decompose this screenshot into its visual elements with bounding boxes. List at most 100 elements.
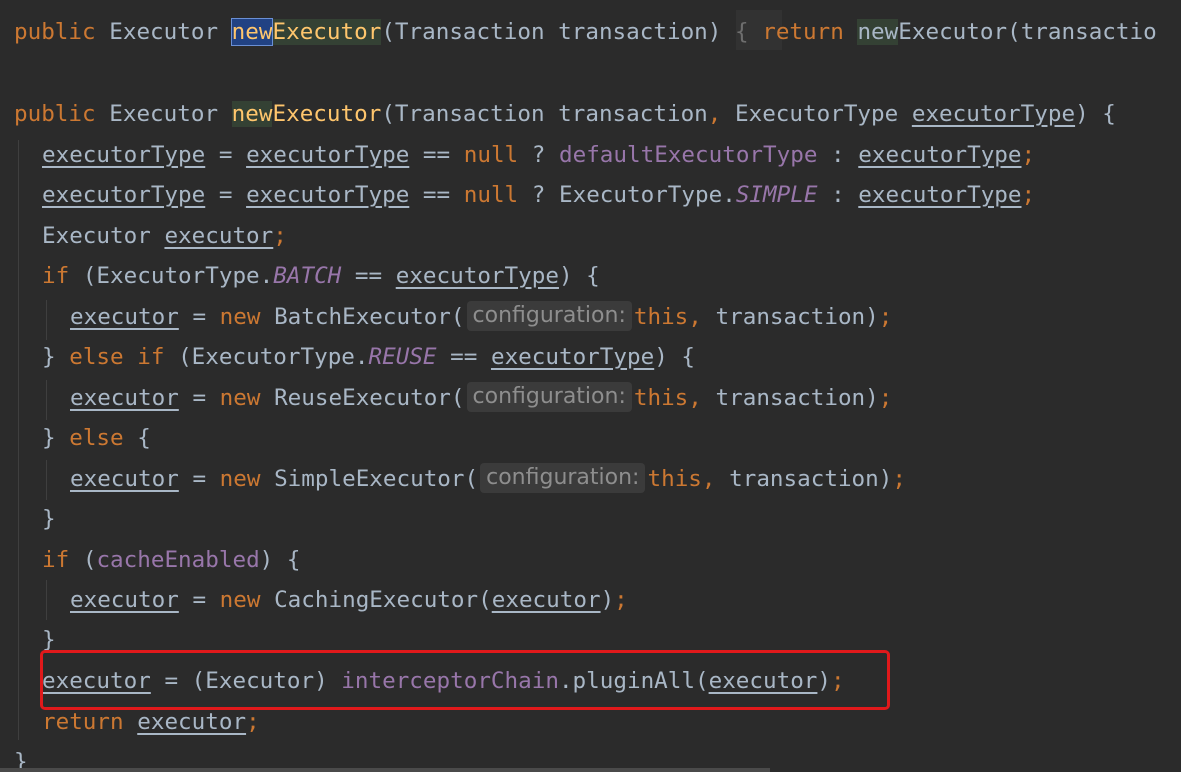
comma: , [688, 304, 702, 330]
const-BATCH[interactable]: BATCH [273, 263, 341, 289]
keyword-return: return [762, 19, 844, 45]
comma: , [707, 101, 722, 127]
code-line-11[interactable]: executor = new SimpleExecutor(configurat… [70, 459, 906, 499]
type-name: Executor [109, 19, 219, 45]
paren: ) [600, 587, 615, 613]
keyword-new: new [219, 466, 261, 492]
var-executorType[interactable]: executorType [246, 142, 409, 168]
code-line-7[interactable]: executor = new BatchExecutor(configurati… [70, 297, 892, 337]
brace: } [42, 506, 56, 532]
var-executorType[interactable]: executorType [246, 182, 409, 208]
class-ExecutorType[interactable]: (ExecutorType. [83, 263, 273, 289]
var-executor[interactable]: executor [492, 587, 601, 613]
keyword-if: if [42, 547, 70, 573]
operator: = [192, 385, 207, 411]
parameter-hint: configuration: [480, 463, 646, 493]
paren-brace: ) { [1075, 101, 1116, 127]
var-executorType[interactable]: executorType [858, 142, 1021, 168]
class-ExecutorType[interactable]: ExecutorType. [559, 182, 736, 208]
code-line-6[interactable]: if (ExecutorType.BATCH == executorType) … [42, 256, 600, 296]
var-executorType[interactable]: executorType [491, 344, 654, 370]
var-executorType[interactable]: executorType [42, 182, 205, 208]
var-executor[interactable]: executor [70, 385, 179, 411]
method-call-usage[interactable]: new [857, 19, 899, 45]
code-line-9[interactable]: executor = new ReuseExecutor(configurati… [70, 378, 892, 418]
comma: , [701, 466, 716, 492]
code-line-12[interactable]: } [42, 499, 56, 539]
var-executor[interactable]: executor [70, 587, 179, 613]
keyword-null: null [463, 182, 519, 208]
code-line-13[interactable]: if (cacheEnabled) { [42, 540, 300, 580]
indent-guide [46, 460, 47, 500]
code-line-3[interactable]: executorType = executorType == null ? de… [42, 135, 1035, 175]
method-name-caret[interactable]: new [230, 18, 274, 46]
var-executorType[interactable]: executorType [858, 182, 1021, 208]
field-defaultExecutorType[interactable]: defaultExecutorType [559, 142, 817, 168]
code-line-14[interactable]: executor = new CachingExecutor(executor)… [70, 580, 628, 620]
var-executorType[interactable]: executorType [42, 142, 205, 168]
code-line-5[interactable]: Executor executor; [42, 216, 287, 256]
code-line-1[interactable]: public Executor newExecutor(Transaction … [14, 12, 1157, 52]
arg-transaction[interactable]: transaction) [716, 385, 879, 411]
code-line-10[interactable]: } else { [42, 418, 151, 458]
arg-transaction[interactable]: transaction) [716, 304, 879, 330]
keyword-this: this [647, 466, 702, 492]
code-line-4[interactable]: executorType = executorType == null ? Ex… [42, 175, 1035, 215]
keyword-if: if [137, 344, 165, 370]
type-Executor: Executor [42, 223, 151, 249]
operator: = [192, 304, 207, 330]
var-executorType[interactable]: executorType [396, 263, 559, 289]
method-name[interactable]: Executor [272, 19, 382, 45]
indent-guide [18, 140, 19, 740]
keyword-public: public [14, 101, 96, 127]
indent-guide [46, 300, 47, 340]
call-args: (transactio [1007, 19, 1157, 45]
method-call[interactable]: Executor [898, 19, 1007, 45]
keyword-return: return [42, 709, 124, 735]
keyword-public: public [14, 19, 96, 45]
semicolon: ; [878, 304, 893, 330]
var-executor[interactable]: executor [70, 304, 179, 330]
paren-brace: ) { [654, 344, 696, 370]
param-executorType[interactable]: executorType [912, 101, 1075, 127]
class-ReuseExecutor[interactable]: ReuseExecutor( [274, 385, 464, 411]
brace: { [137, 425, 151, 451]
class-SimpleExecutor[interactable]: SimpleExecutor( [274, 466, 478, 492]
semicolon: ; [246, 709, 260, 735]
semicolon: ; [1021, 142, 1036, 168]
field-cacheEnabled[interactable]: cacheEnabled [96, 547, 259, 573]
const-REUSE[interactable]: REUSE [369, 344, 437, 370]
const-SIMPLE[interactable]: SIMPLE [736, 182, 818, 208]
keyword-else: else [69, 344, 124, 370]
operator: ? [531, 182, 546, 208]
method-name[interactable]: Executor [272, 101, 381, 127]
operator: == [450, 344, 478, 370]
class-ExecutorType[interactable]: (ExecutorType. [178, 344, 368, 370]
operator: == [422, 142, 451, 168]
operator: ? [531, 142, 546, 168]
highlight-annotation-box [40, 650, 890, 710]
paren-brace: ) { [259, 547, 301, 573]
code-line-8[interactable]: } else if (ExecutorType.REUSE == executo… [42, 337, 695, 377]
keyword-new: new [219, 385, 261, 411]
keyword-null: null [463, 142, 519, 168]
class-CachingExecutor[interactable]: CachingExecutor( [274, 587, 492, 613]
var-executor[interactable]: executor [164, 223, 273, 249]
class-BatchExecutor[interactable]: BatchExecutor( [274, 304, 464, 330]
code-line-2[interactable]: public Executor newExecutor(Transaction … [14, 94, 1116, 134]
operator: = [218, 182, 233, 208]
parameter-hint: configuration: [466, 382, 632, 412]
comma: , [688, 385, 702, 411]
var-executor[interactable]: executor [137, 709, 246, 735]
arg-transaction[interactable]: transaction) [729, 466, 892, 492]
semicolon: ; [1021, 182, 1036, 208]
horizontal-scrollbar[interactable] [0, 768, 770, 772]
indent-guide [46, 380, 47, 420]
keyword-new: new [219, 587, 261, 613]
paren: ( [82, 547, 97, 573]
operator: : [831, 142, 845, 168]
code-editor[interactable]: public Executor newExecutor(Transaction … [0, 0, 1181, 772]
type-name: Executor [109, 101, 219, 127]
method-name-usage[interactable]: new [231, 101, 273, 127]
var-executor[interactable]: executor [70, 466, 179, 492]
